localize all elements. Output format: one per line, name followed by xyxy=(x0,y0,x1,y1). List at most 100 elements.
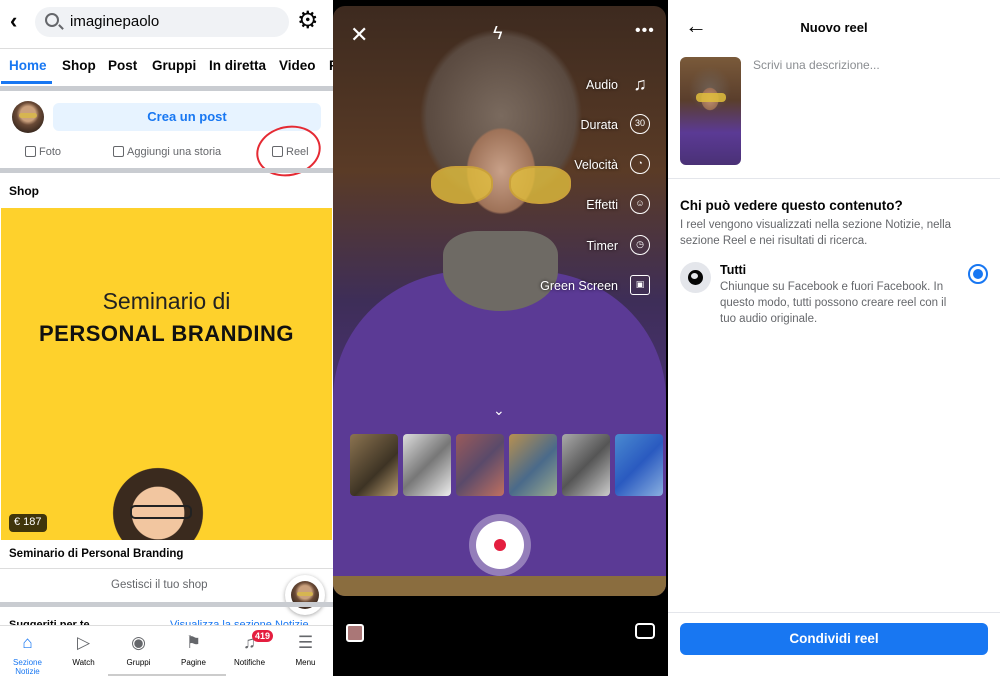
share-reel-button[interactable]: Condividi reel xyxy=(680,623,988,655)
banner-line-1: Seminario di xyxy=(102,288,231,314)
tab-shop[interactable]: Shop xyxy=(62,58,96,73)
option-speed[interactable]: Velocità ◔ xyxy=(526,152,666,180)
reel-camera-panel: ✕ ϟ ••• Audio ♫ Durata 30 Velocità ◔ Effett… xyxy=(333,0,668,676)
record-button-inner xyxy=(476,521,524,569)
story-label: Aggiungi una storia xyxy=(127,146,222,158)
record-dot-icon xyxy=(494,539,506,551)
close-icon[interactable]: ✕ xyxy=(350,24,368,46)
gallery-thumbnail[interactable] xyxy=(350,434,398,496)
gallery-thumbnail[interactable] xyxy=(403,434,451,496)
nav-label: Notifiche xyxy=(233,658,266,667)
gallery-thumbnail[interactable] xyxy=(562,434,610,496)
option-label: Durata xyxy=(580,118,618,132)
gear-icon[interactable]: ⚙ xyxy=(297,9,319,33)
search-field[interactable]: imaginepaolo xyxy=(35,7,289,37)
desk-shape xyxy=(333,576,666,596)
nav-tabs: Home Shop Post Gruppi In diretta Video F xyxy=(0,48,333,84)
story-icon xyxy=(113,146,124,157)
more-icon[interactable]: ••• xyxy=(635,22,655,40)
photo-icon xyxy=(25,146,36,157)
tab-post[interactable]: Post xyxy=(108,58,137,73)
audience-option-title[interactable]: Tutti xyxy=(720,263,746,277)
audience-radio-selected[interactable] xyxy=(968,264,988,284)
nav-watch[interactable]: ▷ Watch xyxy=(56,626,111,676)
price-badge: € 187 xyxy=(9,514,47,532)
bottom-nav: ⌂ Sezione Notizie ▷ Watch ◉ Gruppi ⚑ Pagine … xyxy=(0,625,333,676)
effects-icon: ☺ xyxy=(630,194,650,214)
globe-icon xyxy=(680,262,711,293)
product-name[interactable]: Seminario di Personal Branding xyxy=(9,548,183,560)
nav-pages[interactable]: ⚑ Pagine xyxy=(166,626,221,676)
tab-gruppi[interactable]: Gruppi xyxy=(152,58,196,73)
nav-label: Sezione Notizie xyxy=(13,658,42,676)
camera-preview: ✕ ϟ ••• Audio ♫ Durata 30 Velocità ◔ Effett… xyxy=(333,6,666,596)
nav-label: Gruppi xyxy=(126,658,151,667)
option-effects[interactable]: Effetti ☺ xyxy=(526,192,666,220)
option-label: Velocità xyxy=(574,158,618,172)
option-label: Timer xyxy=(586,239,618,253)
page-title: Nuovo reel xyxy=(800,20,868,35)
gallery-thumbnail[interactable] xyxy=(509,434,557,496)
flash-off-icon[interactable]: ϟ xyxy=(493,23,503,44)
nav-groups[interactable]: ◉ Gruppi xyxy=(111,626,166,676)
option-label: Green Screen xyxy=(540,279,618,293)
product-image[interactable]: Seminario di PERSONAL BRANDING xyxy=(1,208,332,540)
nav-notifications[interactable]: ♫ 419 Notifiche xyxy=(222,626,277,676)
gallery-thumbnail[interactable] xyxy=(615,434,663,496)
divider xyxy=(0,86,333,91)
option-timer[interactable]: Timer ◷ xyxy=(526,233,666,261)
nav-label: Watch xyxy=(72,658,95,667)
new-reel-panel: ← Nuovo reel Scrivi una descrizione... C… xyxy=(668,0,1000,676)
reel-thumbnail[interactable] xyxy=(680,57,741,165)
timer-icon: ◷ xyxy=(630,235,650,255)
nav-menu[interactable]: ☰ Menu xyxy=(278,626,333,676)
divider xyxy=(0,168,333,173)
gallery-thumbnail[interactable] xyxy=(456,434,504,496)
search-icon xyxy=(45,13,59,27)
active-tab-indicator xyxy=(1,81,52,84)
flip-camera-icon[interactable] xyxy=(635,623,655,639)
flag-icon: ⚑ xyxy=(185,633,202,652)
option-green-screen[interactable]: Green Screen ▣ xyxy=(526,273,666,301)
gallery-icon[interactable] xyxy=(346,624,364,642)
chevron-down-icon[interactable]: ⌄ xyxy=(493,402,505,419)
banner-line-2: PERSONAL BRANDING xyxy=(38,321,294,346)
green-screen-icon: ▣ xyxy=(630,275,650,295)
option-label: Effetti xyxy=(586,198,618,212)
tab-home[interactable]: Home xyxy=(9,58,47,73)
presenter-photo xyxy=(108,458,208,540)
duration-icon: 30 xyxy=(630,114,650,134)
add-story-button[interactable]: Aggiungi una storia xyxy=(113,146,221,158)
nav-label: Pagine xyxy=(181,658,206,667)
divider xyxy=(668,178,1000,179)
facebook-feed-panel: ‹ imaginepaolo ⚙ Home Shop Post Gruppi I… xyxy=(0,0,333,676)
option-duration[interactable]: Durata 30 xyxy=(526,112,666,140)
back-arrow-icon[interactable]: ‹ xyxy=(10,10,17,32)
manage-shop-row[interactable]: Gestisci il tuo shop xyxy=(0,568,333,602)
avatar[interactable] xyxy=(12,101,44,133)
nav-home[interactable]: ⌂ Sezione Notizie xyxy=(0,626,55,676)
nav-label: Menu xyxy=(295,658,316,667)
tab-video[interactable]: Video xyxy=(279,58,316,73)
top-bar: ‹ imaginepaolo ⚙ xyxy=(0,0,333,44)
notification-badge: 419 xyxy=(252,630,274,642)
manage-shop-link[interactable]: Gestisci il tuo shop xyxy=(111,579,208,591)
divider xyxy=(0,602,333,607)
media-thumbnails xyxy=(350,434,663,496)
floating-avatar-button[interactable] xyxy=(285,575,325,615)
menu-icon: ☰ xyxy=(297,633,314,652)
photo-button[interactable]: Foto xyxy=(25,146,61,158)
option-audio[interactable]: Audio ♫ xyxy=(526,72,666,100)
tab-in-diretta[interactable]: In diretta xyxy=(209,58,266,73)
record-button[interactable] xyxy=(469,514,531,576)
search-input[interactable]: imaginepaolo xyxy=(70,13,159,30)
audience-title: Chi può vedere questo contenuto? xyxy=(680,198,903,213)
audience-option-desc: Chiunque su Facebook e fuori Facebook. I… xyxy=(720,281,947,325)
shop-section-title: Shop xyxy=(9,184,39,198)
photo-label: Foto xyxy=(39,146,62,158)
option-label: Audio xyxy=(586,78,618,92)
audience-info: I reel vengono visualizzati nella sezion… xyxy=(680,219,952,247)
home-icon: ⌂ xyxy=(22,633,33,652)
description-input[interactable]: Scrivi una descrizione... xyxy=(753,58,880,72)
speed-icon: ◔ xyxy=(630,154,650,174)
